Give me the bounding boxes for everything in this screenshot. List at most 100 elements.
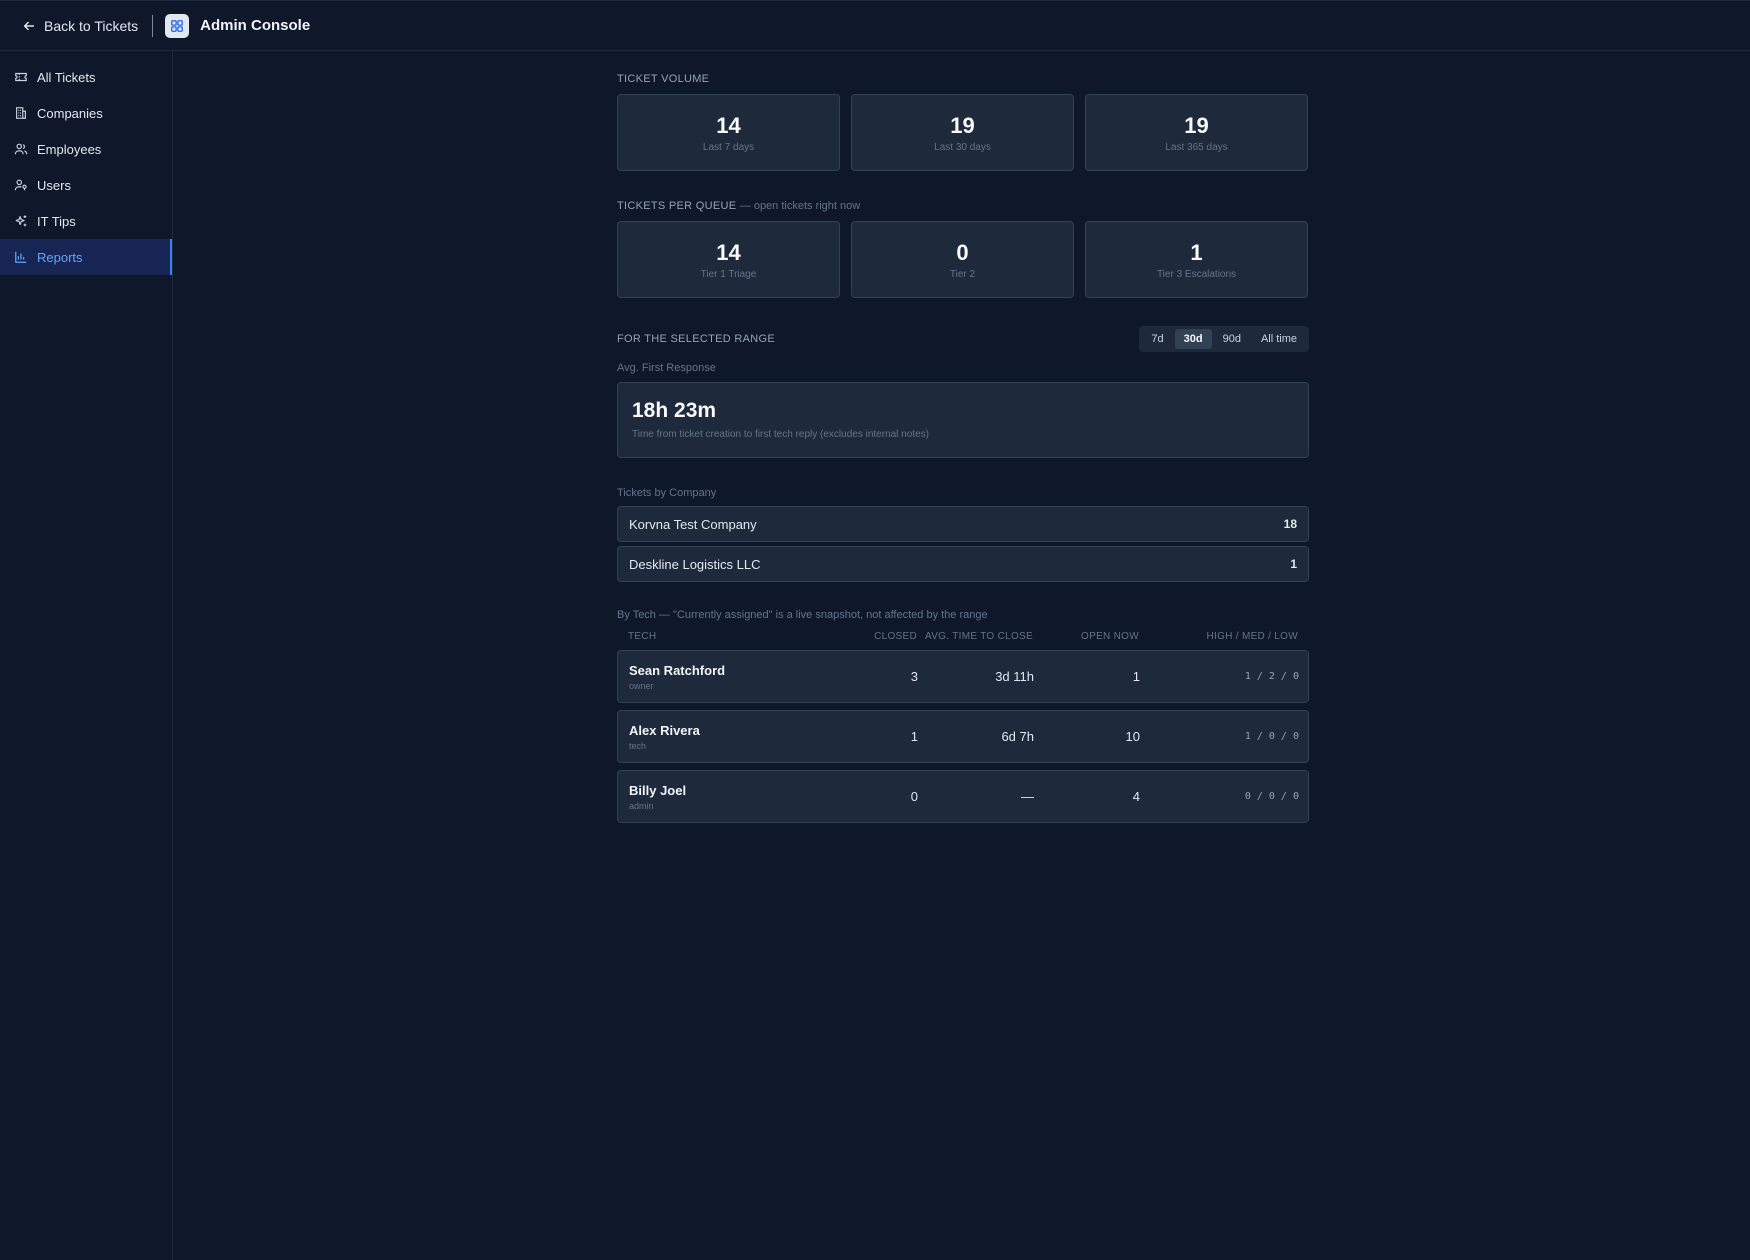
- sparkle-icon: [15, 215, 27, 227]
- console-logo-icon: [165, 13, 190, 38]
- stat-value: 1: [1190, 239, 1203, 265]
- top-bar: Back to Tickets Admin Console: [0, 0, 1750, 51]
- company-name: Korvna Test Company: [629, 516, 757, 532]
- range-tab-90d[interactable]: 90d: [1214, 329, 1250, 349]
- queue-card-tier3: 1 Tier 3 Escalations: [1085, 221, 1308, 298]
- priority-split: 1 / 2 / 0: [1244, 671, 1299, 682]
- sidebar-item-label: IT Tips: [37, 213, 76, 229]
- queues-title: TICKETS PER QUEUE: [617, 200, 737, 212]
- col-closed: CLOSED: [874, 630, 917, 642]
- sidebar-item-reports[interactable]: Reports: [0, 239, 172, 275]
- stat-label: Tier 1 Triage: [700, 268, 757, 280]
- closed-count: 3: [910, 669, 918, 684]
- first-response-label: Avg. First Response: [617, 362, 716, 374]
- priority-split: 1 / 0 / 0: [1244, 731, 1299, 742]
- stat-value: 14: [716, 239, 741, 265]
- stat-label: Last 30 days: [934, 141, 991, 153]
- sidebar-item-companies[interactable]: Companies: [0, 95, 172, 131]
- queues-subtitle: — open tickets right now: [739, 200, 861, 212]
- user-key-icon: [14, 179, 27, 191]
- stat-label: Last 365 days: [1165, 141, 1228, 153]
- sidebar-item-it-tips[interactable]: IT Tips: [0, 203, 172, 239]
- tech-cell: Sean Ratchford owner: [618, 663, 848, 691]
- sidebar-item-users[interactable]: Users: [0, 167, 172, 203]
- reports-main: TICKET VOLUME 14 Last 7 days 19 Last 30 …: [617, 51, 1309, 830]
- stat-label: Tier 2: [949, 268, 976, 280]
- stat-card-365d: 19 Last 365 days: [1085, 94, 1308, 171]
- avg-time: —: [1021, 789, 1034, 804]
- page-title: Admin Console: [200, 17, 311, 34]
- company-name: Deskline Logistics LLC: [629, 556, 761, 572]
- range-tab-7d[interactable]: 7d: [1142, 329, 1172, 349]
- sidebar: All Tickets Companies Employees Users IT…: [0, 51, 173, 1260]
- by-tech-label: By Tech — "Currently assigned" is a live…: [617, 609, 988, 621]
- sidebar-item-all-tickets[interactable]: All Tickets: [0, 59, 172, 95]
- tech-cell: Billy Joel admin: [618, 783, 848, 811]
- company-count: 18: [1283, 517, 1297, 531]
- closed-count: 1: [910, 729, 918, 744]
- open-count: 10: [1125, 729, 1140, 744]
- col-open-now: OPEN NOW: [1081, 630, 1139, 642]
- back-label: Back to Tickets: [44, 17, 139, 34]
- divider: [152, 14, 154, 37]
- avg-time: 6d 7h: [1001, 729, 1034, 744]
- open-count: 4: [1132, 789, 1140, 804]
- col-tech: TECH: [628, 630, 657, 642]
- queue-cards: 14 Tier 1 Triage 0 Tier 2 1 Tier 3 Escal…: [617, 221, 1309, 298]
- first-response-card: 18h 23m Time from ticket creation to fir…: [617, 382, 1309, 458]
- ticket-volume-label: TICKET VOLUME: [617, 73, 710, 85]
- arrow-left-icon: [23, 21, 35, 30]
- col-priority: HIGH / MED / LOW: [1206, 630, 1298, 642]
- companies-label: Tickets by Company: [617, 487, 717, 499]
- table-row[interactable]: Billy Joel admin 0 — 4 0 / 0 / 0: [617, 770, 1309, 823]
- avg-time: 3d 11h: [995, 669, 1034, 684]
- users-icon: [14, 143, 28, 155]
- tech-role: tech: [629, 740, 647, 751]
- ticket-volume-cards: 14 Last 7 days 19 Last 30 days 19 Last 3…: [617, 94, 1309, 171]
- range-tab-all-time[interactable]: All time: [1252, 329, 1306, 349]
- stat-value: 0: [956, 239, 969, 265]
- sidebar-item-label: Companies: [37, 105, 103, 121]
- stat-card-30d: 19 Last 30 days: [851, 94, 1074, 171]
- stat-card-7d: 14 Last 7 days: [617, 94, 840, 171]
- range-label: FOR THE SELECTED RANGE: [617, 333, 775, 345]
- company-row[interactable]: Korvna Test Company 18: [617, 506, 1309, 542]
- building-icon: [16, 107, 26, 119]
- back-to-tickets-link[interactable]: Back to Tickets: [22, 18, 138, 34]
- table-row[interactable]: Sean Ratchford owner 3 3d 11h 1 1 / 2 / …: [617, 650, 1309, 703]
- range-tab-30d[interactable]: 30d: [1174, 329, 1212, 349]
- tech-name: Sean Ratchford: [629, 662, 726, 678]
- tech-name: Alex Rivera: [629, 722, 700, 738]
- priority-split: 0 / 0 / 0: [1244, 791, 1299, 802]
- stat-label: Tier 3 Escalations: [1156, 268, 1237, 280]
- first-response-description: Time from ticket creation to first tech …: [632, 429, 929, 440]
- stat-label: Last 7 days: [702, 141, 755, 153]
- sidebar-item-label: Users: [37, 177, 71, 193]
- open-count: 1: [1132, 669, 1140, 684]
- tech-table-header: TECH CLOSED AVG. TIME TO CLOSE OPEN NOW …: [617, 626, 1309, 646]
- closed-count: 0: [910, 789, 918, 804]
- sidebar-item-label: All Tickets: [37, 69, 96, 85]
- queue-card-tier1: 14 Tier 1 Triage: [617, 221, 840, 298]
- chart-icon: [15, 251, 27, 263]
- company-count: 1: [1290, 557, 1297, 571]
- stat-value: 14: [716, 112, 741, 138]
- stat-value: 19: [1184, 112, 1209, 138]
- sidebar-item-label: Reports: [37, 249, 83, 265]
- first-response-value: 18h 23m: [632, 399, 717, 422]
- queues-label: TICKETS PER QUEUE — open tickets right n…: [617, 200, 1309, 214]
- table-row[interactable]: Alex Rivera tech 1 6d 7h 10 1 / 0 / 0: [617, 710, 1309, 763]
- col-avg-time: AVG. TIME TO CLOSE: [924, 630, 1033, 642]
- tech-role: owner: [629, 680, 654, 691]
- range-selector: 7d 30d 90d All time: [1139, 326, 1309, 352]
- range-header: FOR THE SELECTED RANGE 7d 30d 90d All ti…: [617, 326, 1309, 352]
- queue-card-tier2: 0 Tier 2: [851, 221, 1074, 298]
- stat-value: 19: [950, 112, 975, 138]
- sidebar-item-employees[interactable]: Employees: [0, 131, 172, 167]
- company-row[interactable]: Deskline Logistics LLC 1: [617, 546, 1309, 582]
- tech-cell: Alex Rivera tech: [618, 723, 848, 751]
- sidebar-item-label: Employees: [37, 141, 102, 157]
- companies-list: Korvna Test Company 18 Deskline Logistic…: [617, 506, 1309, 582]
- tech-table: Sean Ratchford owner 3 3d 11h 1 1 / 2 / …: [617, 650, 1309, 823]
- tech-name: Billy Joel: [629, 782, 687, 798]
